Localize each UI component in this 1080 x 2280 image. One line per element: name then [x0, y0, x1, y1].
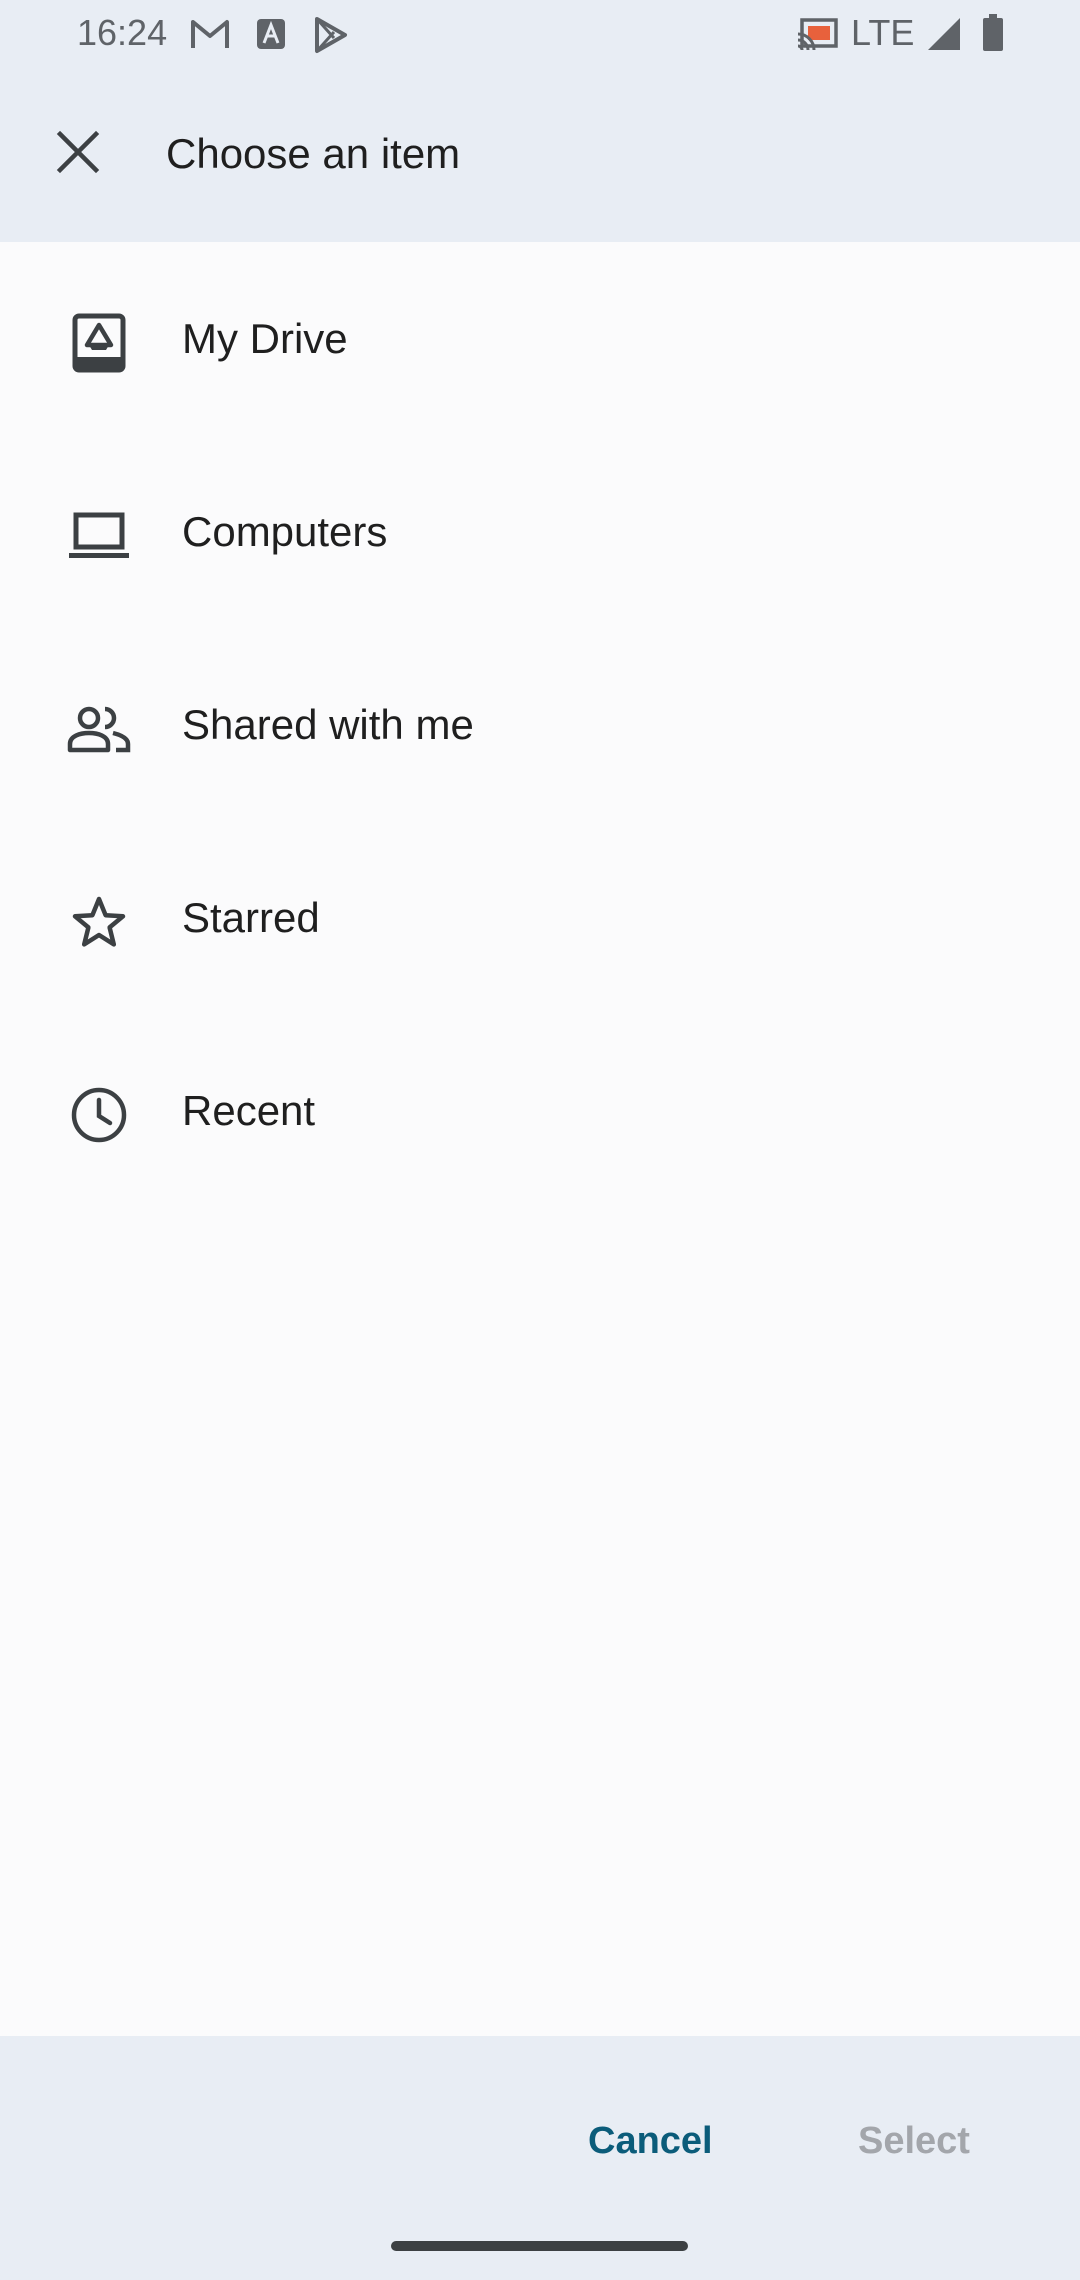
- laptop-icon: [64, 501, 134, 571]
- clock-icon: [64, 1080, 134, 1150]
- close-icon: [56, 130, 100, 179]
- battery-icon: [982, 14, 1004, 57]
- top-app-bar: Choose an item: [0, 70, 1080, 242]
- list-item-my-drive[interactable]: My Drive: [0, 242, 1080, 435]
- cancel-button[interactable]: Cancel: [588, 2096, 713, 2186]
- list-item-starred[interactable]: Starred: [0, 821, 1080, 1014]
- accessibility-a-icon: [256, 16, 286, 57]
- close-button[interactable]: [38, 114, 118, 194]
- list-item-label: Computers: [182, 507, 388, 555]
- gesture-navigation-bar[interactable]: [391, 2241, 688, 2251]
- play-icon: [312, 16, 348, 59]
- gmail-icon: [190, 16, 230, 57]
- people-icon: [64, 694, 134, 764]
- list-item-recent[interactable]: Recent: [0, 1014, 1080, 1207]
- star-icon: [64, 887, 134, 957]
- list-item-label: Starred: [182, 893, 320, 941]
- signal-icon: [926, 16, 962, 57]
- cast-icon: [796, 16, 838, 57]
- status-time: 16:24: [77, 12, 168, 53]
- list-item-label: Shared with me: [182, 700, 474, 748]
- list-item-label: Recent: [182, 1086, 316, 1134]
- list-item-shared-with-me[interactable]: Shared with me: [0, 628, 1080, 821]
- list-item-label: My Drive: [182, 314, 348, 362]
- page-title: Choose an item: [166, 130, 461, 177]
- status-bar: 16:24 LTE: [0, 0, 1080, 70]
- drive-icon: [64, 308, 134, 378]
- list-item-computers[interactable]: Computers: [0, 435, 1080, 628]
- location-list: My Drive Computers Shared with me Starre…: [0, 242, 1080, 1207]
- network-type: LTE: [851, 12, 915, 53]
- select-button[interactable]: Select: [858, 2096, 970, 2186]
